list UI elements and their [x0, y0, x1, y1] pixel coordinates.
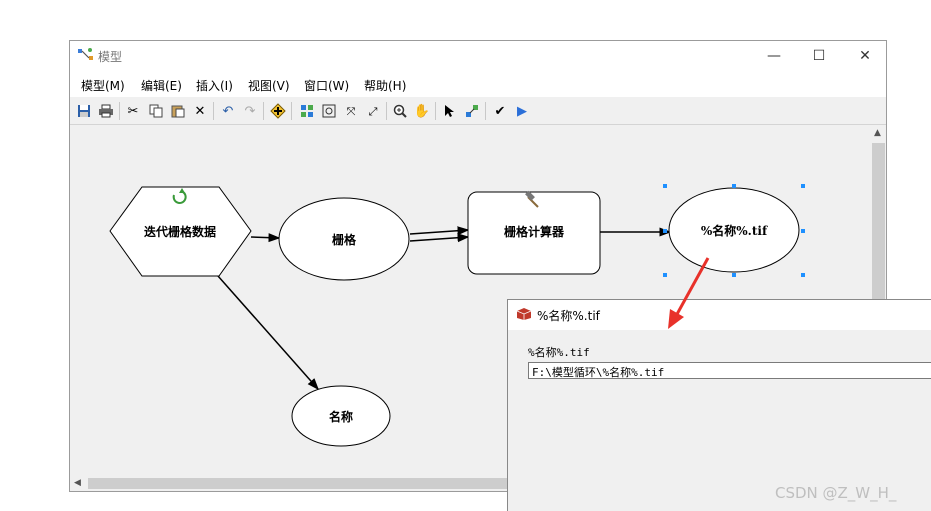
- menu-window[interactable]: 窗口(W): [304, 77, 349, 94]
- toolbar-separator: [263, 102, 264, 120]
- delete-icon[interactable]: ✕: [191, 102, 209, 120]
- minimize-button[interactable]: —: [760, 46, 788, 66]
- connect-icon[interactable]: [463, 102, 481, 120]
- window-title: 模型: [98, 50, 123, 64]
- toolbar-separator: [386, 102, 387, 120]
- output-path-field[interactable]: F:\模型循环\%名称%.tif: [528, 362, 931, 379]
- toolbar-separator: [291, 102, 292, 120]
- redo-icon[interactable]: ↷: [241, 102, 259, 120]
- scroll-left-icon[interactable]: ◀: [74, 478, 81, 488]
- select-icon[interactable]: [441, 102, 459, 120]
- undo-icon[interactable]: ↶: [219, 102, 237, 120]
- title-bar: 模型 — ☐ ✕: [70, 41, 886, 71]
- toolbar: ✂ ✕ ↶ ↷ ⤧ ⤢ ✋ ✔ ▶: [70, 97, 886, 125]
- menu-insert[interactable]: 插入(I): [196, 77, 233, 94]
- watermark: CSDN @Z_W_H_: [775, 484, 897, 502]
- print-icon[interactable]: [97, 102, 115, 120]
- output-path-label: %名称%.tif: [528, 346, 590, 359]
- validate-icon[interactable]: ✔: [491, 102, 509, 120]
- cut-icon[interactable]: ✂: [124, 102, 142, 120]
- toolbar-separator: [485, 102, 486, 120]
- output-popup-window: %名称%.tif %名称%.tif F:\模型循环\%名称%.tif: [507, 299, 931, 511]
- run-icon[interactable]: ▶: [513, 102, 531, 120]
- popup-title: %名称%.tif: [537, 309, 600, 323]
- paste-icon[interactable]: [169, 102, 187, 120]
- toolbar-separator: [119, 102, 120, 120]
- pan-icon[interactable]: ✋: [413, 102, 431, 120]
- scroll-up-icon[interactable]: ▲: [874, 128, 881, 138]
- menu-view[interactable]: 视图(V): [248, 77, 290, 94]
- full-extent-icon[interactable]: [320, 102, 338, 120]
- fit-icon[interactable]: ⤧: [342, 102, 360, 120]
- popup-title-bar: %名称%.tif: [508, 300, 931, 330]
- maximize-button[interactable]: ☐: [805, 46, 833, 66]
- copy-icon[interactable]: [147, 102, 165, 120]
- save-icon[interactable]: [75, 102, 93, 120]
- menu-bar: 模型(M) 编辑(E) 插入(I) 视图(V) 窗口(W) 帮助(H): [70, 71, 886, 97]
- model-app-icon: [78, 48, 93, 60]
- menu-model[interactable]: 模型(M): [81, 77, 125, 94]
- menu-help[interactable]: 帮助(H): [364, 77, 406, 94]
- zoom-fit-icon[interactable]: ⤢: [364, 102, 382, 120]
- raster-dataset-icon: [516, 308, 532, 320]
- zoom-in-icon[interactable]: [391, 102, 409, 120]
- toolbar-separator: [435, 102, 436, 120]
- close-button[interactable]: ✕: [851, 46, 879, 66]
- auto-layout-icon[interactable]: [298, 102, 316, 120]
- toolbar-separator: [213, 102, 214, 120]
- add-data-icon[interactable]: [269, 102, 287, 120]
- menu-edit[interactable]: 编辑(E): [141, 77, 182, 94]
